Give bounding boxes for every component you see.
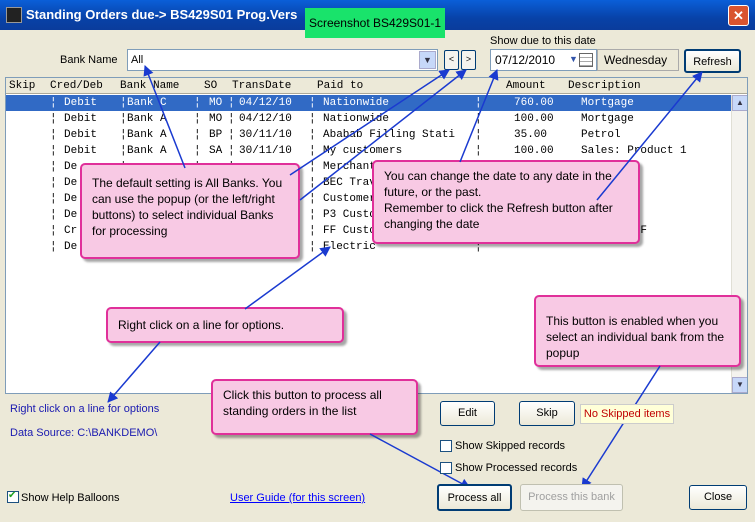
skipped-status-badge: No Skipped items (580, 404, 674, 424)
show-skipped-label[interactable]: Show Skipped records (455, 440, 565, 452)
arrow-banks-to-combo (143, 65, 186, 169)
process-all-button[interactable]: Process all (437, 484, 512, 511)
arrow-banks-to-prev (289, 69, 450, 176)
edit-button[interactable]: Edit (440, 401, 495, 426)
show-processed-checkbox[interactable] (440, 462, 452, 474)
callout-arrows (107, 65, 703, 489)
right-click-hint: Right click on a line for options (10, 403, 160, 415)
arrow-rightclick-to-hint (107, 341, 161, 403)
arrow-banks-to-next (299, 69, 467, 201)
arrow-date-to-refresh (596, 71, 703, 201)
arrow-processbank (581, 365, 661, 489)
show-help-checkbox[interactable] (7, 490, 19, 503)
show-processed-label[interactable]: Show Processed records (455, 462, 577, 474)
skip-button[interactable]: Skip (519, 401, 575, 426)
data-source-text: Data Source: C:\BANKDEMO\ (10, 427, 158, 439)
close-button[interactable]: Close (689, 485, 747, 510)
arrow-rightclick-to-grid (244, 246, 331, 310)
show-help-label[interactable]: Show Help Balloons (21, 492, 119, 504)
process-bank-button[interactable]: Process this bank (520, 484, 623, 511)
show-skipped-checkbox[interactable] (440, 440, 452, 452)
user-guide-link[interactable]: User Guide (for this screen) (230, 492, 365, 504)
arrow-date-to-datebox (459, 69, 499, 163)
